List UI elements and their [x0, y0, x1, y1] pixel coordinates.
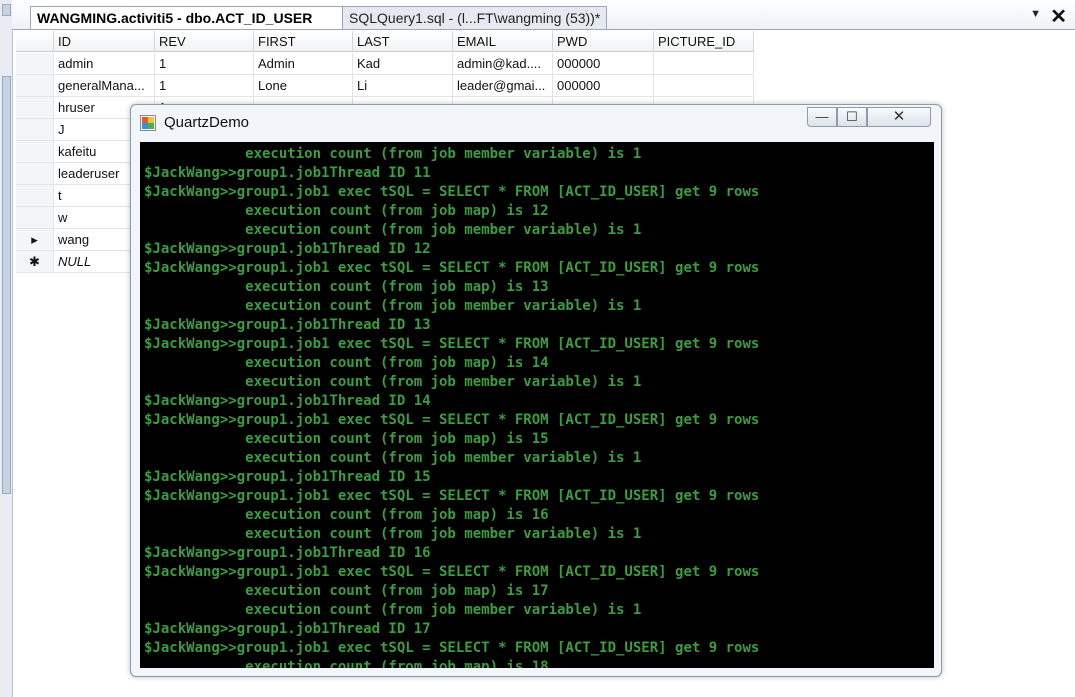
row-selector[interactable]	[16, 97, 54, 119]
object-explorer-edge	[0, 0, 13, 697]
console-line: $JackWang>>group1.job1 exec tSQL = SELEC…	[144, 336, 760, 352]
row-selector[interactable]	[16, 163, 54, 185]
row-selector[interactable]	[16, 207, 54, 229]
column-header-email[interactable]: EMAIL	[453, 31, 553, 52]
cell-last[interactable]: Kad	[353, 53, 453, 75]
console-line: $JackWang>>group1.job1Thread ID 16	[144, 545, 431, 561]
cell-last[interactable]: Li	[353, 75, 453, 97]
console-line: execution count (from job member variabl…	[144, 526, 642, 542]
minimize-button[interactable]: —	[807, 107, 837, 127]
console-line: $JackWang>>group1.job1Thread ID 17	[144, 621, 431, 637]
cell-first[interactable]: Lone	[254, 75, 353, 97]
column-header-pwd[interactable]: PWD	[553, 31, 654, 52]
column-header-picture-id[interactable]: PICTURE_ID	[654, 31, 754, 52]
console-line: execution count (from job map) is 16	[144, 507, 549, 523]
console-line: $JackWang>>group1.job1 exec tSQL = SELEC…	[144, 488, 760, 504]
row-selector[interactable]	[16, 119, 54, 141]
console-line: execution count (from job member variabl…	[144, 222, 642, 238]
row-selector[interactable]: ✱	[16, 251, 54, 273]
cell-picture-id[interactable]	[654, 75, 754, 97]
chevron-down-icon[interactable]: ▼	[1030, 8, 1041, 20]
console-line: execution count (from job map) is 17	[144, 583, 549, 599]
console-line: $JackWang>>group1.job1 exec tSQL = SELEC…	[144, 184, 760, 200]
console-line: $JackWang>>group1.job1Thread ID 14	[144, 393, 431, 409]
console-line: $JackWang>>group1.job1Thread ID 13	[144, 317, 431, 333]
console-line: execution count (from job member variabl…	[144, 298, 642, 314]
maximize-button[interactable]: ☐	[837, 107, 867, 127]
column-header-rev[interactable]: REV	[155, 31, 254, 52]
console-line: $JackWang>>group1.job1 exec tSQL = SELEC…	[144, 412, 760, 428]
console-line: $JackWang>>group1.job1 exec tSQL = SELEC…	[144, 564, 760, 580]
cell-picture-id[interactable]	[654, 53, 754, 75]
column-header-first[interactable]: FIRST	[254, 31, 353, 52]
console-output-text: execution count (from job member variabl…	[144, 145, 759, 668]
console-output-area[interactable]: execution count (from job member variabl…	[140, 142, 934, 668]
gutter-marker	[2, 4, 11, 16]
close-icon[interactable]: ✕	[1050, 4, 1067, 29]
console-line: execution count (from job member variabl…	[144, 450, 642, 466]
console-app-icon	[140, 115, 156, 131]
cell-rev[interactable]: 1	[155, 75, 254, 97]
console-line: execution count (from job member variabl…	[144, 146, 642, 162]
cell-email[interactable]: admin@kad....	[453, 53, 553, 75]
console-line: execution count (from job map) is 12	[144, 203, 549, 219]
row-selector[interactable]	[16, 75, 54, 97]
grid-header-row: ID REV FIRST LAST EMAIL PWD PICTURE_ID	[16, 31, 754, 53]
row-selector[interactable]	[16, 185, 54, 207]
console-line: execution count (from job map) is 18	[144, 659, 549, 668]
tab-act-id-user-table[interactable]: WANGMING.activiti5 - dbo.ACT_ID_USER	[30, 6, 344, 29]
row-selector[interactable]	[16, 53, 54, 75]
close-window-button[interactable]: ✕	[867, 107, 931, 127]
column-header-id[interactable]: ID	[54, 31, 155, 52]
cell-pwd[interactable]: 000000	[553, 53, 654, 75]
cell-id[interactable]: generalMana...	[54, 75, 155, 97]
quartzdemo-console-window[interactable]: QuartzDemo — ☐ ✕ execution count (from j…	[130, 104, 942, 677]
console-line: $JackWang>>group1.job1Thread ID 15	[144, 469, 431, 485]
console-line: execution count (from job map) is 15	[144, 431, 549, 447]
cell-pwd[interactable]: 000000	[553, 75, 654, 97]
console-line: execution count (from job map) is 13	[144, 279, 549, 295]
table-row[interactable]: generalMana... 1 Lone Li leader@gmai... 00000…	[16, 75, 754, 97]
table-row[interactable]: admin 1 Admin Kad admin@kad.... 000000	[16, 53, 754, 75]
row-selector-header[interactable]	[16, 31, 54, 52]
cell-email[interactable]: leader@gmai...	[453, 75, 553, 97]
cell-id[interactable]: admin	[54, 53, 155, 75]
console-line: execution count (from job member variabl…	[144, 602, 642, 618]
console-line: $JackWang>>group1.job1Thread ID 12	[144, 241, 431, 257]
gutter-scroll-thumb[interactable]	[2, 76, 11, 494]
console-window-title: QuartzDemo	[164, 114, 250, 131]
row-selector[interactable]	[16, 141, 54, 163]
cell-rev[interactable]: 1	[155, 53, 254, 75]
cell-first[interactable]: Admin	[254, 53, 353, 75]
tab-sqlquery1[interactable]: SQLQuery1.sql - (l...FT\wangming (53))*	[342, 6, 608, 29]
row-selector[interactable]: ▸	[16, 229, 54, 251]
console-titlebar[interactable]: QuartzDemo — ☐ ✕	[131, 105, 941, 141]
console-line: execution count (from job member variabl…	[144, 374, 642, 390]
document-tab-bar: WANGMING.activiti5 - dbo.ACT_ID_USER SQL…	[12, 0, 1075, 30]
console-line: $JackWang>>group1.job1 exec tSQL = SELEC…	[144, 640, 760, 656]
console-line: $JackWang>>group1.job1Thread ID 11	[144, 165, 431, 181]
column-header-last[interactable]: LAST	[353, 31, 453, 52]
console-line: $JackWang>>group1.job1 exec tSQL = SELEC…	[144, 260, 760, 276]
console-line: execution count (from job map) is 14	[144, 355, 549, 371]
